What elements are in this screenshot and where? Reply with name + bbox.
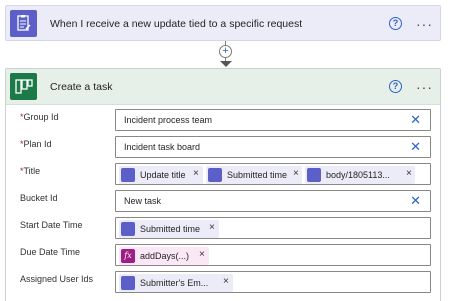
expression-token[interactable]: fx addDays(...) × <box>119 247 209 265</box>
clear-icon[interactable]: ✕ <box>410 113 421 126</box>
clear-icon[interactable]: ✕ <box>410 140 421 153</box>
task-title: Create a task <box>50 81 113 93</box>
remove-token-icon[interactable]: × <box>209 223 215 233</box>
title-row: *Title Update title × Submitted time × b… <box>6 163 440 185</box>
create-task-header[interactable]: Create a task ? ··· <box>6 69 440 105</box>
clear-icon[interactable]: ✕ <box>410 194 421 207</box>
add-step-button[interactable]: + <box>219 45 232 58</box>
dynamic-token[interactable]: Submitted time × <box>119 220 219 238</box>
help-icon[interactable]: ? <box>389 80 402 93</box>
remove-token-icon[interactable]: × <box>199 250 205 260</box>
more-options-icon[interactable]: ··· <box>416 17 433 31</box>
assigned-users-row: Assigned User Ids Submitter's Em... × <box>6 271 440 293</box>
start-date-field[interactable]: Submitted time × <box>115 217 431 239</box>
form-icon <box>121 168 135 182</box>
form-icon <box>307 168 321 182</box>
due-date-field[interactable]: fx addDays(...) × <box>115 244 431 266</box>
due-date-row: Due Date Time fx addDays(...) × <box>6 244 440 266</box>
group-id-label: *Group Id <box>20 112 59 122</box>
trigger-card[interactable]: When I receive a new update tied to a sp… <box>5 5 441 41</box>
form-icon <box>121 276 135 290</box>
remove-token-icon[interactable]: × <box>193 169 199 179</box>
start-date-label: Start Date Time <box>20 220 83 230</box>
title-field[interactable]: Update title × Submitted time × body/180… <box>115 163 431 185</box>
form-icon <box>121 222 135 236</box>
form-icon <box>208 168 222 182</box>
plan-id-value: Incident task board <box>124 142 201 152</box>
dynamic-token[interactable]: body/1805113... × <box>305 166 415 184</box>
arrow-down-icon <box>220 61 232 67</box>
assigned-users-label: Assigned User Ids <box>20 274 94 284</box>
bucket-id-row: Bucket Id New task ✕ <box>6 190 440 212</box>
form-icon <box>10 10 37 37</box>
dynamic-token[interactable]: Update title × <box>119 166 203 184</box>
start-date-row: Start Date Time Submitted time × <box>6 217 440 239</box>
bucket-id-value: New task <box>124 196 162 206</box>
planner-icon <box>10 73 37 100</box>
help-icon[interactable]: ? <box>389 17 402 30</box>
trigger-title: When I receive a new update tied to a sp… <box>50 18 303 30</box>
bucket-id-label: Bucket Id <box>20 193 58 203</box>
plan-id-field[interactable]: Incident task board ✕ <box>115 136 431 158</box>
bucket-id-field[interactable]: New task ✕ <box>115 190 431 212</box>
create-task-card: Create a task ? ··· *Group Id Incident p… <box>5 68 441 301</box>
plan-id-row: *Plan Id Incident task board ✕ <box>6 136 440 158</box>
title-label: *Title <box>20 166 41 176</box>
function-icon: fx <box>121 249 135 263</box>
remove-token-icon[interactable]: × <box>223 277 229 287</box>
remove-token-icon[interactable]: × <box>406 169 412 179</box>
plan-id-label: *Plan Id <box>20 139 52 149</box>
more-options-icon[interactable]: ··· <box>416 80 433 94</box>
due-date-label: Due Date Time <box>20 247 81 257</box>
assigned-users-field[interactable]: Submitter's Em... × <box>115 271 431 293</box>
dynamic-token[interactable]: Submitter's Em... × <box>119 274 233 292</box>
dynamic-token[interactable]: Submitted time × <box>206 166 302 184</box>
group-id-row: *Group Id Incident process team ✕ <box>6 109 440 131</box>
remove-token-icon[interactable]: × <box>293 169 299 179</box>
group-id-value: Incident process team <box>124 115 213 125</box>
group-id-field[interactable]: Incident process team ✕ <box>115 109 431 131</box>
